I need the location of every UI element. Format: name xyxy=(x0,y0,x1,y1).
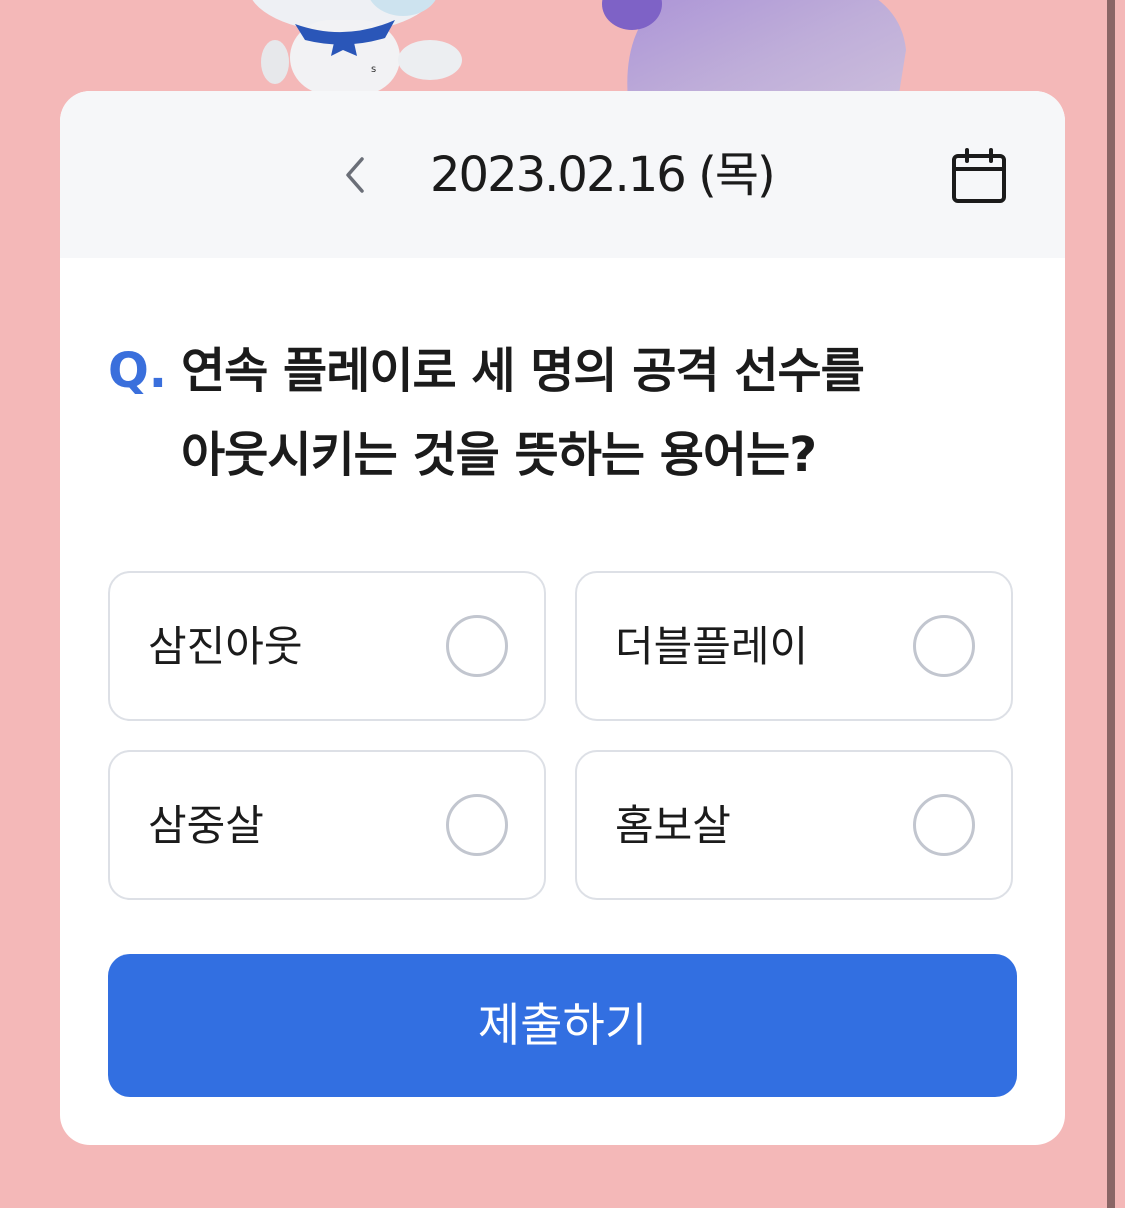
calendar-button[interactable] xyxy=(948,145,1010,207)
question-text: 연속 플레이로 세 명의 공격 선수를 아웃시키는 것을 뜻하는 용어는? xyxy=(181,343,865,483)
answer-option-3[interactable]: 삼중살 xyxy=(108,750,546,900)
date-header: 2023.02.16 (목) xyxy=(60,91,1065,258)
answer-option-label: 더블플레이 xyxy=(615,622,809,671)
quiz-page: s 2023.02.16 (목) Q. 연속 플레이로 세 명의 공격 선수를 … xyxy=(0,0,1125,1208)
calendar-icon xyxy=(952,148,1006,203)
radio-circle-icon[interactable] xyxy=(913,794,975,856)
radio-circle-icon[interactable] xyxy=(913,615,975,677)
answer-option-label: 삼진아웃 xyxy=(148,622,303,671)
quiz-question: Q. 연속 플레이로 세 명의 공격 선수를 아웃시키는 것을 뜻하는 용어는? xyxy=(108,329,1028,497)
mascot-left-illustration: s xyxy=(252,0,462,95)
scrollbar[interactable] xyxy=(1107,0,1115,1208)
svg-text:s: s xyxy=(371,64,376,75)
answer-option-1[interactable]: 삼진아웃 xyxy=(108,571,546,721)
radio-circle-icon[interactable] xyxy=(446,794,508,856)
question-marker: Q. xyxy=(108,343,168,399)
answer-option-4[interactable]: 홈보살 xyxy=(575,750,1013,900)
date-label: 2023.02.16 (목) xyxy=(430,147,776,203)
answer-option-2[interactable]: 더블플레이 xyxy=(575,571,1013,721)
prev-date-button[interactable] xyxy=(330,149,380,201)
answer-option-label: 홈보살 xyxy=(615,801,731,850)
mascot-right-illustration xyxy=(602,0,906,100)
submit-button[interactable]: 제출하기 xyxy=(108,954,1017,1097)
radio-circle-icon[interactable] xyxy=(446,615,508,677)
answer-option-label: 삼중살 xyxy=(148,801,264,850)
chevron-left-icon xyxy=(346,157,364,193)
quiz-card: 2023.02.16 (목) Q. 연속 플레이로 세 명의 공격 선수를 아웃… xyxy=(60,91,1065,1145)
